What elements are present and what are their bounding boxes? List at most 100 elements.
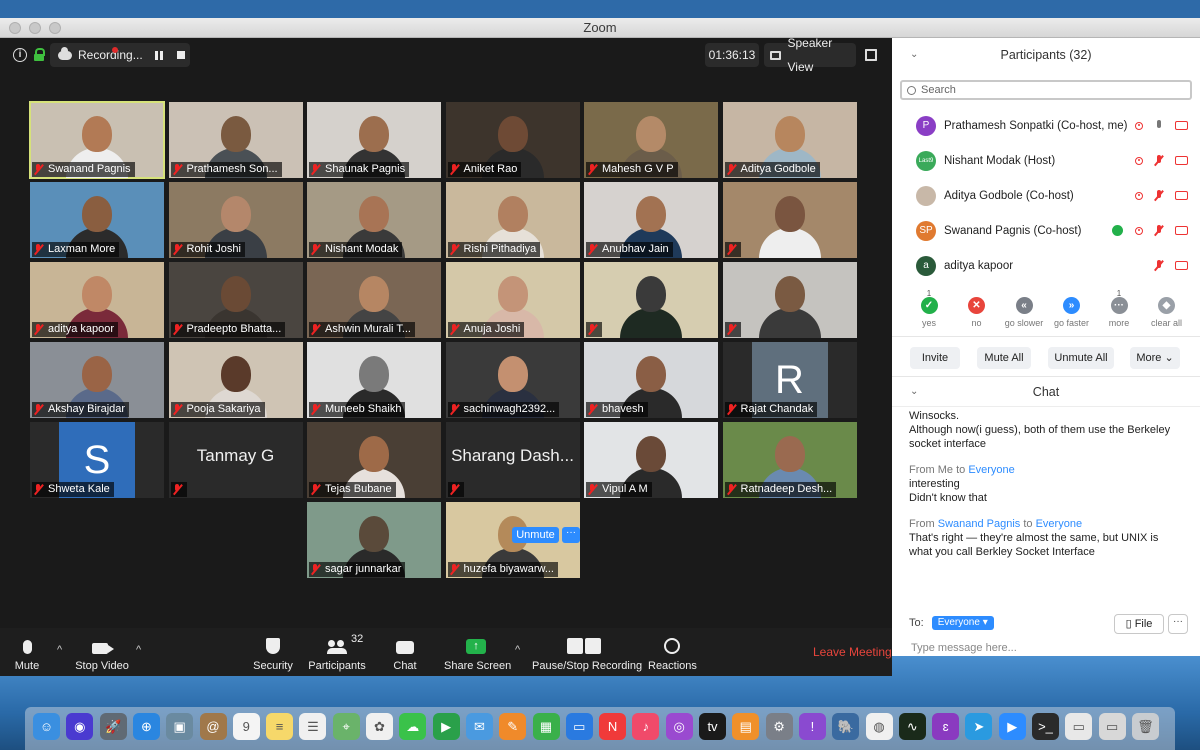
fullscreen-icon[interactable] <box>865 49 877 61</box>
terminal-icon[interactable]: >_ <box>1032 713 1059 740</box>
participant-tile[interactable]: Nishant Modak <box>307 182 441 258</box>
zoom-window-button[interactable] <box>49 22 61 34</box>
recipient-name[interactable]: Everyone <box>968 464 1014 476</box>
pause-recording-icon[interactable] <box>154 50 163 60</box>
participant-tile[interactable]: Sharang Dash... <box>445 422 580 498</box>
feedback-yes-button[interactable]: 1 ✓ yes <box>904 289 954 328</box>
participant-tile[interactable]: Ashwin Murali T... <box>307 262 441 338</box>
participant-tile[interactable]: S Shweta Kale <box>30 422 164 498</box>
participant-tile[interactable]: Prathamesh Son... <box>168 102 303 178</box>
feedback-no-button[interactable]: ✕ no <box>952 297 1002 328</box>
lock-icon[interactable] <box>34 48 45 61</box>
file-button[interactable]: ▯ File <box>1114 614 1164 634</box>
more-options-button[interactable]: More ⌄ <box>1130 347 1180 369</box>
participant-tile[interactable]: bhavesh <box>584 342 718 418</box>
photos-icon[interactable]: ✿ <box>366 713 393 740</box>
participant-tile[interactable]: Vipul A M <box>584 422 718 498</box>
muted-mic-icon[interactable] <box>1155 190 1163 201</box>
participant-tile[interactable]: R Rajat Chandak <box>722 342 857 418</box>
minimize-window-button[interactable] <box>29 22 41 34</box>
emacs-icon[interactable]: ɛ <box>932 713 960 740</box>
keynote-icon[interactable]: ▭ <box>565 713 593 740</box>
trash-icon[interactable]: 🗑 <box>1131 713 1159 740</box>
participant-tile[interactable]: Ratnadeep Desh... <box>722 422 857 498</box>
participant-tile[interactable]: Rishi Pithadiya <box>445 182 580 258</box>
launchpad-icon[interactable]: 🚀 <box>99 713 127 740</box>
feedback-go-slower-button[interactable]: « go slower <box>999 297 1049 328</box>
share-screen-button[interactable]: ↑ Share Screen <box>444 628 511 676</box>
unmute-all-button[interactable]: Unmute All <box>1048 347 1114 369</box>
leave-meeting-button[interactable]: Leave Meeting <box>813 645 892 659</box>
info-icon[interactable]: i <box>13 48 27 62</box>
participant-tile[interactable]: aditya kapoor <box>30 262 164 338</box>
participant-tile[interactable]: Tanmay G <box>168 422 303 498</box>
participant-tile[interactable]: sachinwagh2392... <box>445 342 580 418</box>
pause-stop-recording-button[interactable]: Pause/Stop Recording <box>532 628 642 676</box>
chrome-icon[interactable]: ◍ <box>865 713 893 740</box>
calendar-icon[interactable]: 9 <box>232 713 260 740</box>
feedback-icon[interactable]: ! <box>798 713 826 740</box>
audio-options-chevron-icon[interactable]: ^ <box>57 644 62 656</box>
zoom-icon[interactable]: ▶ <box>998 713 1026 740</box>
participant-tile[interactable]: Mahesh G V P <box>584 102 718 178</box>
music-icon[interactable]: ♪ <box>632 713 660 740</box>
invite-button[interactable]: Invite <box>910 347 960 369</box>
participant-tile[interactable] <box>722 262 857 338</box>
recipient-dropdown[interactable]: Everyone ▾ <box>931 616 994 630</box>
window-icon[interactable]: ▭ <box>1098 713 1126 740</box>
share-options-chevron-icon[interactable]: ^ <box>515 644 520 656</box>
participant-tile[interactable]: Aniket Rao <box>445 102 580 178</box>
participant-tile[interactable]: Anuja Joshi <box>445 262 580 338</box>
participant-row[interactable]: P Prathamesh Sonpatki (Co-host, me) <box>892 108 1200 143</box>
mute-all-button[interactable]: Mute All <box>977 347 1031 369</box>
siri-icon[interactable]: ◉ <box>66 713 94 740</box>
muted-mic-icon[interactable] <box>1155 155 1163 166</box>
participant-row[interactable]: Last9 Nishant Modak (Host) <box>892 143 1200 178</box>
unmute-participant-button[interactable]: Unmute <box>512 527 559 543</box>
participant-tile[interactable]: sagar junnarkar <box>307 502 441 578</box>
messages-icon[interactable]: ☁ <box>399 713 427 740</box>
participant-tile[interactable]: Pradeepto Bhatta... <box>168 262 303 338</box>
reminders-icon[interactable]: ☰ <box>299 713 327 740</box>
chat-more-button[interactable]: ··· <box>1168 614 1188 634</box>
speaker-view-button[interactable]: Speaker View <box>764 36 856 74</box>
participant-row[interactable]: Aditya Godbole (Co-host) <box>892 178 1200 213</box>
participant-tile[interactable]: Shaunak Pagnis <box>307 102 441 178</box>
podcasts-icon[interactable]: ◎ <box>665 713 693 740</box>
reactions-button[interactable]: Reactions <box>648 628 697 676</box>
participant-tile[interactable]: Anubhav Jain <box>584 182 718 258</box>
stop-recording-icon[interactable] <box>176 51 185 59</box>
participant-tile[interactable]: Tejas Bubane <box>307 422 441 498</box>
muted-mic-icon[interactable] <box>1155 260 1163 271</box>
facetime-icon[interactable]: ▶ <box>432 713 460 740</box>
screenshot-icon[interactable]: ▭ <box>1065 713 1093 740</box>
collapse-participants-chevron-icon[interactable]: ⌄ <box>910 38 918 72</box>
participant-tile[interactable]: Pooja Sakariya <box>168 342 303 418</box>
preview-icon[interactable]: ▣ <box>166 713 194 740</box>
collapse-chat-chevron-icon[interactable]: ⌄ <box>910 377 918 407</box>
stop-video-button[interactable]: Stop Video <box>72 628 132 676</box>
contacts-icon[interactable]: @ <box>199 713 227 740</box>
pages-icon[interactable]: ✎ <box>499 713 527 740</box>
participant-row[interactable]: a aditya kapoor <box>892 248 1200 283</box>
muted-mic-icon[interactable] <box>1155 225 1163 236</box>
participant-tile[interactable]: Laxman More <box>30 182 164 258</box>
participant-tile[interactable]: Akshay Birajdar <box>30 342 164 418</box>
activity-monitor-icon[interactable]: ∿ <box>898 713 926 740</box>
participants-search-input[interactable]: Search <box>900 80 1192 100</box>
feedback-clear-all-button[interactable]: ◆ clear all <box>1142 297 1192 328</box>
postgres-icon[interactable]: 🐘 <box>832 713 860 740</box>
mail-icon[interactable]: ✉ <box>465 713 493 740</box>
feedback-more-button[interactable]: 1 ··· more <box>1094 289 1144 328</box>
finder-icon[interactable]: ☺ <box>33 713 60 740</box>
chat-button[interactable]: Chat <box>388 628 422 676</box>
participant-tile[interactable]: Rohit Joshi <box>168 182 303 258</box>
video-options-chevron-icon[interactable]: ^ <box>136 644 141 656</box>
microphone-icon[interactable] <box>1155 120 1163 131</box>
participant-tile[interactable]: Swanand Pagnis <box>29 101 165 179</box>
system-preferences-icon[interactable]: ⚙ <box>765 713 793 740</box>
safari-icon[interactable]: ⊕ <box>132 713 160 740</box>
notes-icon[interactable]: ≡ <box>266 713 294 740</box>
telegram-icon[interactable]: ➤ <box>965 713 993 740</box>
chat-message-input[interactable]: Type message here... <box>911 642 1017 654</box>
